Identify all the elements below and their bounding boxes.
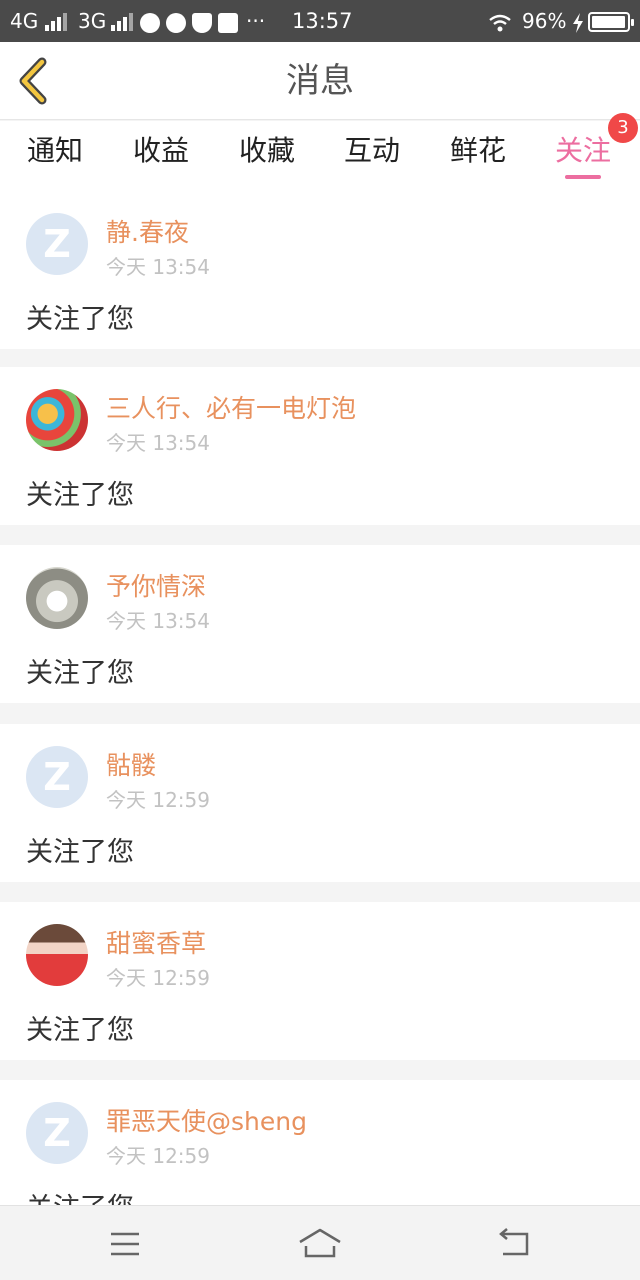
home-icon [299, 1228, 341, 1258]
user-name[interactable]: 予你情深 [106, 567, 206, 603]
default-avatar-icon[interactable] [26, 746, 88, 808]
user-name[interactable]: 三人行、必有一电灯泡 [106, 389, 356, 425]
home-button[interactable] [298, 1224, 342, 1264]
timestamp: 今天 12:59 [106, 788, 210, 812]
page-title: 消息 [286, 61, 354, 101]
default-avatar-icon[interactable] [26, 213, 88, 275]
battery-level [592, 16, 625, 28]
list-item[interactable]: 予你情深 今天 13:54 关注了您 [0, 545, 640, 703]
active-tab-indicator [565, 175, 601, 179]
battery-icon [588, 12, 634, 32]
tab-interactions[interactable]: 互动 [327, 121, 417, 191]
menu-button[interactable] [103, 1224, 147, 1264]
network-3g-label: 3G [78, 9, 107, 33]
notification-text: 关注了您 [26, 1015, 134, 1046]
menu-icon [111, 1232, 139, 1256]
tab-bar: 通知 收益 收藏 互动 鲜花 关注 3 [0, 113, 640, 191]
list-item[interactable]: 骷髅 今天 12:59 关注了您 [0, 724, 640, 882]
user-name[interactable]: 骷髅 [106, 746, 156, 782]
unread-count-badge: 3 [608, 113, 638, 143]
list-item[interactable]: 三人行、必有一电灯泡 今天 13:54 关注了您 [0, 367, 640, 525]
more-notifications-icon: ··· [246, 9, 266, 33]
header: 消息 [0, 42, 640, 120]
tab-label: 通知 [26, 134, 83, 167]
tab-flowers[interactable]: 鲜花 [433, 121, 523, 191]
tab-label: 关注 [554, 134, 611, 167]
clock: 13:57 [292, 9, 353, 33]
notification-text: 关注了您 [26, 837, 134, 868]
tab-notifications[interactable]: 通知 [10, 121, 100, 191]
wifi-icon [488, 0, 512, 42]
avatar[interactable] [26, 924, 88, 986]
notification-text: 关注了您 [26, 1186, 134, 1205]
list-item[interactable]: 甜蜜香草 今天 12:59 关注了您 [0, 902, 640, 1060]
shield-icon [192, 0, 212, 42]
avatar[interactable] [26, 567, 88, 629]
tab-label: 收益 [132, 134, 189, 167]
tab-favorites[interactable]: 收藏 [222, 121, 312, 191]
tab-follows[interactable]: 关注 3 [538, 113, 638, 191]
default-avatar-icon[interactable] [26, 1102, 88, 1164]
signal-strength-icon [42, 0, 67, 42]
wechat-icon [166, 0, 186, 42]
return-icon [499, 1228, 529, 1256]
timestamp: 今天 13:54 [106, 431, 210, 455]
timestamp: 今天 12:59 [106, 1144, 210, 1168]
system-navigation-bar [0, 1205, 640, 1280]
user-name[interactable]: 罪恶天使@sheng [106, 1102, 307, 1138]
return-button[interactable] [493, 1224, 537, 1264]
tab-label: 鲜花 [449, 134, 506, 167]
app-icon [218, 0, 238, 42]
battery-percent: 96% [522, 9, 567, 33]
notification-text: 关注了您 [26, 658, 134, 689]
avatar[interactable] [26, 389, 88, 451]
follow-notification-list: 静.春夜 今天 13:54 关注了您 三人行、必有一电灯泡 今天 13:54 关… [0, 191, 640, 1205]
tab-label: 互动 [343, 134, 400, 167]
tab-earnings[interactable]: 收益 [116, 121, 206, 191]
list-item[interactable]: 罪恶天使@sheng 今天 12:59 关注了您 [0, 1080, 640, 1205]
status-bar: 4G 3G ··· 13:57 96% [0, 0, 640, 42]
timestamp: 今天 13:54 [106, 609, 210, 633]
network-4g-label: 4G [10, 9, 39, 33]
timestamp: 今天 12:59 [106, 966, 210, 990]
charging-icon [572, 0, 584, 42]
list-item[interactable]: 静.春夜 今天 13:54 关注了您 [0, 191, 640, 349]
user-name[interactable]: 静.春夜 [106, 213, 189, 249]
app-notification-icon [140, 0, 160, 42]
tab-label: 收藏 [238, 134, 295, 167]
notification-text: 关注了您 [26, 480, 134, 511]
timestamp: 今天 13:54 [106, 255, 210, 279]
signal-strength-icon-2 [108, 0, 133, 42]
user-name[interactable]: 甜蜜香草 [106, 924, 206, 960]
notification-text: 关注了您 [26, 304, 134, 335]
